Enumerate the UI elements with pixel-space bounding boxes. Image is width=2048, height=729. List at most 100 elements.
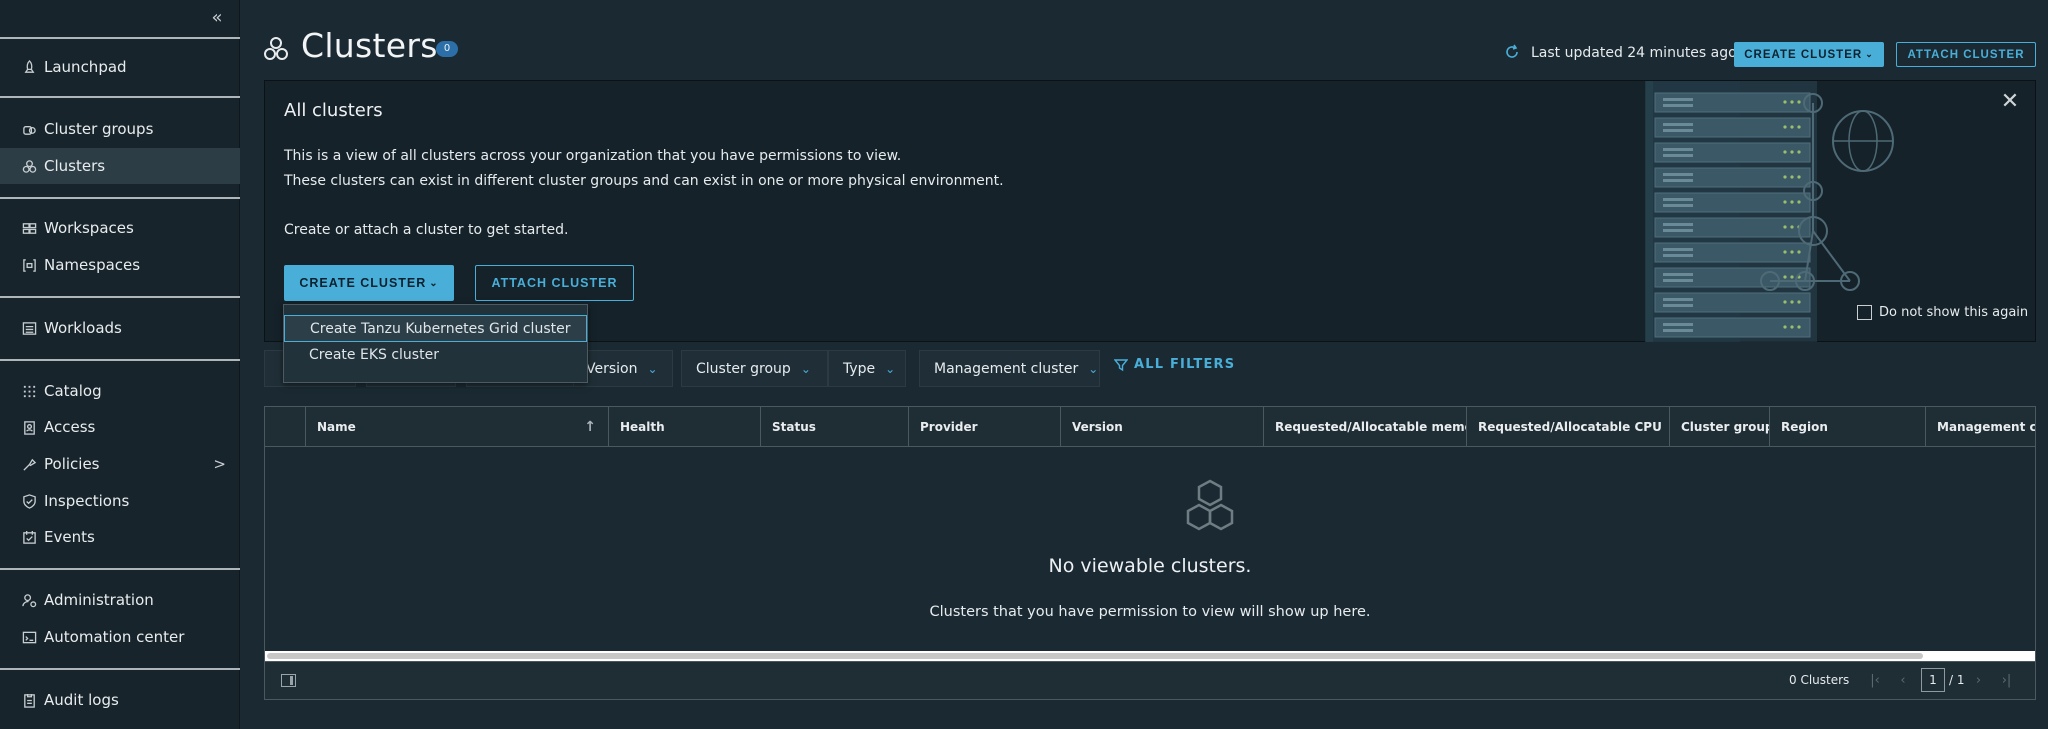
sidebar-item-cluster-groups[interactable]: Cluster groups [0, 111, 240, 147]
sidebar-item-access[interactable]: Access [0, 409, 240, 445]
administration-icon [20, 591, 38, 609]
column-label: Requested/Allocatable CPU [1478, 420, 1662, 434]
sidebar-item-label: Clusters [44, 157, 106, 175]
sidebar-item-namespaces[interactable]: Namespaces [0, 247, 240, 283]
create-cluster-dropdown: Create Tanzu Kubernetes Grid cluster Cre… [283, 304, 588, 383]
banner-text-line-3: Create or attach a cluster to get starte… [284, 222, 569, 238]
automation-icon [20, 628, 38, 646]
server-slot [1663, 298, 1693, 301]
sidebar-item-policies[interactable]: Policies > [0, 446, 240, 482]
banner-attach-cluster-button[interactable]: ATTACH CLUSTER [475, 265, 634, 301]
sidebar-item-catalog[interactable]: Catalog [0, 373, 240, 409]
dropdown-item-create-eks[interactable]: Create EKS cluster [284, 342, 587, 369]
filter-management-cluster[interactable]: Management cluster ⌄ [919, 350, 1100, 387]
server-slot [1663, 304, 1693, 307]
column-cpu[interactable]: Requested/Allocatable CPU [1466, 407, 1669, 447]
column-management-cluster[interactable]: Management clust [1925, 407, 2035, 447]
column-label: Requested/Allocatable memory [1275, 420, 1466, 434]
sort-ascending-icon[interactable]: ↑ [584, 407, 596, 447]
server-led [1797, 150, 1801, 154]
sidebar-divider [0, 296, 240, 298]
filter-label: Type [843, 360, 876, 377]
banner-title: All clusters [284, 100, 383, 121]
server-led [1790, 225, 1794, 229]
audit-logs-icon [20, 691, 38, 709]
cluster-count-badge: 0 [436, 41, 458, 57]
access-icon [20, 418, 38, 436]
cluster-groups-icon [20, 120, 38, 138]
column-label: Cluster group [1681, 420, 1769, 434]
server-led [1797, 175, 1801, 179]
catalog-icon [20, 382, 38, 400]
server-network-illustration [1645, 81, 1894, 342]
chevron-down-icon: ⌄ [429, 277, 439, 289]
sidebar-item-workspaces[interactable]: Workspaces [0, 210, 240, 246]
grid-header: Name ↑ Health Status Provider Version Re… [265, 407, 2035, 447]
sidebar-item-clusters[interactable]: Clusters [0, 148, 240, 184]
attach-cluster-button[interactable]: ATTACH CLUSTER [1896, 42, 2036, 67]
server-led [1790, 175, 1794, 179]
horizontal-scrollbar[interactable] [265, 651, 2035, 661]
server-led [1790, 300, 1794, 304]
dropdown-item-create-tkg[interactable]: Create Tanzu Kubernetes Grid cluster [284, 315, 587, 342]
all-filters-label: ALL FILTERS [1134, 357, 1236, 372]
sidebar-item-automation-center[interactable]: Automation center [0, 619, 240, 655]
column-toggle-icon[interactable] [281, 674, 296, 687]
sidebar-item-audit-logs[interactable]: Audit logs [0, 682, 240, 718]
filter-type[interactable]: Type ⌄ [828, 350, 906, 387]
sidebar-item-workloads[interactable]: Workloads [0, 310, 240, 346]
do-not-show-checkbox[interactable]: Do not show this again [1857, 305, 2028, 320]
banner-create-cluster-button[interactable]: CREATE CLUSTER ⌄ [284, 265, 454, 301]
column-label: Version [1072, 420, 1123, 434]
workloads-icon [20, 319, 38, 337]
server-led [1783, 275, 1787, 279]
cluster-count-footer: 0 Clusters [1789, 673, 1850, 687]
attach-cluster-label: ATTACH CLUSTER [491, 276, 618, 290]
double-chevron-left-icon[interactable]: « [205, 6, 229, 30]
sidebar-item-administration[interactable]: Administration [0, 582, 240, 618]
sidebar-divider [0, 37, 240, 39]
column-health[interactable]: Health [608, 407, 760, 447]
events-icon [20, 528, 38, 546]
filter-version[interactable]: Version ⌄ [573, 350, 673, 387]
sidebar-item-label: Automation center [44, 628, 185, 646]
column-memory[interactable]: Requested/Allocatable memory [1263, 407, 1466, 447]
column-cluster-group[interactable]: Cluster group [1669, 407, 1769, 447]
chevron-right-icon[interactable]: > [213, 455, 226, 473]
next-page-icon[interactable]: › [1965, 673, 1993, 688]
sidebar-item-label: Catalog [44, 382, 102, 400]
server-slot [1663, 323, 1693, 326]
refresh-icon[interactable] [1504, 44, 1520, 60]
close-icon[interactable]: ✕ [1999, 91, 2021, 113]
server-led [1783, 225, 1787, 229]
last-page-icon[interactable]: ›| [1993, 673, 2021, 688]
filter-cluster-group[interactable]: Cluster group ⌄ [681, 350, 828, 387]
column-label: Status [772, 420, 816, 434]
sidebar-divider [0, 96, 240, 98]
filter-label: Cluster group [696, 360, 791, 377]
server-led [1783, 100, 1787, 104]
all-filters-button[interactable]: ALL FILTERS [1114, 357, 1235, 372]
sidebar-item-inspections[interactable]: Inspections [0, 483, 240, 519]
sidebar-divider [0, 359, 240, 361]
column-version[interactable]: Version [1060, 407, 1263, 447]
sidebar-item-label: Administration [44, 591, 154, 609]
column-region[interactable]: Region [1769, 407, 1925, 447]
sidebar-item-events[interactable]: Events [0, 519, 240, 555]
first-page-icon[interactable]: |‹ [1861, 673, 1889, 688]
page-number-input[interactable]: 1 [1921, 668, 1945, 692]
column-name[interactable]: Name ↑ [305, 407, 608, 447]
empty-state-title: No viewable clusters. [1048, 555, 1252, 577]
sidebar-item-launchpad[interactable]: Launchpad [0, 49, 240, 85]
previous-page-icon[interactable]: ‹ [1889, 673, 1917, 688]
create-cluster-button[interactable]: CREATE CLUSTER ⌄ [1734, 42, 1884, 67]
column-status[interactable]: Status [760, 407, 908, 447]
server-slot [1663, 123, 1693, 126]
column-provider[interactable]: Provider [908, 407, 1060, 447]
server-led [1783, 250, 1787, 254]
sidebar-divider [0, 197, 240, 199]
scrollbar-thumb[interactable] [267, 653, 1923, 659]
checkbox-box[interactable] [1857, 305, 1872, 320]
server-slot [1663, 198, 1693, 201]
server-led [1783, 150, 1787, 154]
